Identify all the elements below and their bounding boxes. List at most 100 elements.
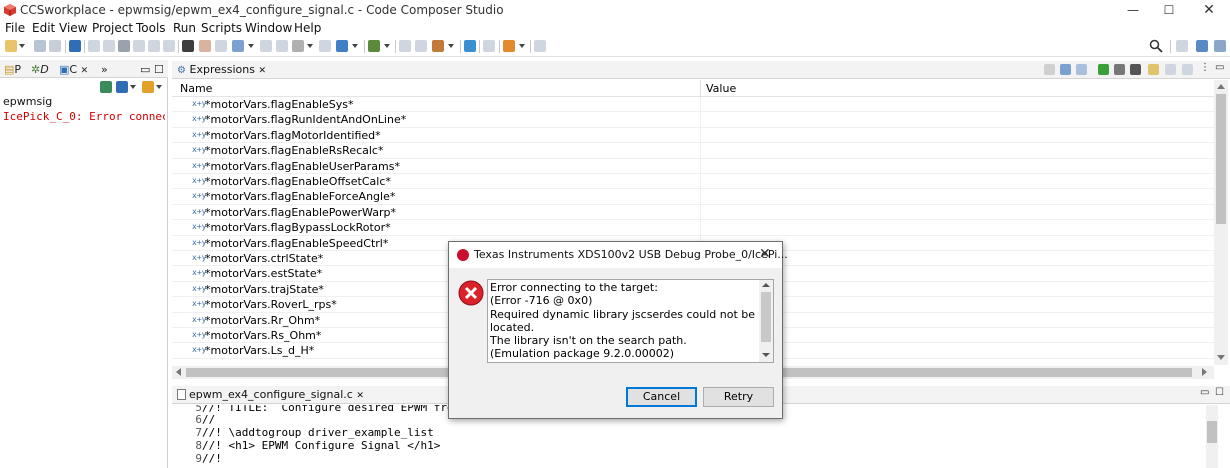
save-icon[interactable] bbox=[34, 40, 46, 52]
chevron-down-icon[interactable] bbox=[352, 44, 358, 48]
minimize-view-icon[interactable]: ▭ bbox=[140, 63, 150, 76]
scroll-left-arrow-icon[interactable] bbox=[176, 368, 181, 376]
table-row[interactable]: x+y *motorVars.flagEnableUserParams* bbox=[172, 158, 1214, 174]
tab-console[interactable]: ▣C ✕ bbox=[59, 63, 88, 76]
table-row[interactable]: x+y *motorVars.flagEnableSys* bbox=[172, 97, 1214, 113]
assembly-step-icon[interactable] bbox=[260, 40, 272, 52]
step-return-icon[interactable] bbox=[215, 40, 227, 52]
show-type-names-icon[interactable] bbox=[1060, 64, 1071, 75]
maximize-view-icon[interactable]: ☐ bbox=[1215, 387, 1226, 398]
menu-file[interactable]: File bbox=[5, 21, 25, 35]
perspective-icon[interactable] bbox=[1176, 40, 1188, 52]
chevron-down-icon[interactable] bbox=[384, 44, 390, 48]
menu-run[interactable]: Run bbox=[173, 21, 196, 35]
remove-expression-icon[interactable] bbox=[1114, 64, 1125, 75]
suspend-icon[interactable] bbox=[103, 40, 115, 52]
cancel-button[interactable]: Cancel bbox=[626, 387, 697, 407]
chevron-down-icon[interactable] bbox=[248, 44, 254, 48]
menu-window[interactable]: Window bbox=[245, 21, 292, 35]
chevron-down-icon[interactable] bbox=[519, 44, 525, 48]
column-divider[interactable] bbox=[700, 80, 701, 97]
build-gear-icon[interactable] bbox=[368, 40, 380, 52]
expressions-vertical-scrollbar[interactable] bbox=[1214, 80, 1228, 365]
minimize-view-icon[interactable]: ▭ bbox=[1215, 62, 1226, 73]
open-perspective-icon[interactable] bbox=[534, 40, 546, 52]
wrench-icon[interactable] bbox=[503, 40, 515, 52]
scrollbar-thumb[interactable] bbox=[761, 292, 771, 342]
dialog-close-button[interactable]: ✕ bbox=[759, 246, 771, 262]
project-name[interactable]: epwmsig bbox=[3, 95, 52, 108]
chevron-down-icon[interactable] bbox=[19, 44, 25, 48]
tab-editor-file[interactable]: epwm_ex4_configure_signal.c ✕ bbox=[177, 388, 364, 401]
close-icon[interactable]: ✕ bbox=[356, 391, 364, 401]
menu-edit[interactable]: Edit bbox=[32, 21, 55, 35]
save-all-icon[interactable] bbox=[49, 40, 61, 52]
scroll-down-arrow-icon[interactable] bbox=[762, 353, 770, 357]
retry-button[interactable]: Retry bbox=[703, 387, 774, 407]
step-over-icon[interactable] bbox=[163, 40, 175, 52]
table-row[interactable]: x+y *motorVars.flagEnablePowerWarp* bbox=[172, 204, 1214, 221]
more-tabs-button[interactable]: » bbox=[101, 63, 108, 76]
view-menu-icon[interactable]: ⋮ bbox=[1200, 62, 1211, 73]
table-row[interactable]: x+y *motorVars.flagEnableForceAngle* bbox=[172, 189, 1214, 205]
resume-icon[interactable] bbox=[88, 40, 100, 52]
disconnect-icon[interactable] bbox=[133, 40, 145, 52]
editor-vertical-scrollbar[interactable] bbox=[1206, 405, 1218, 468]
open-console-icon[interactable] bbox=[142, 81, 154, 93]
search-tool-icon[interactable] bbox=[464, 40, 476, 52]
error-message-box[interactable]: Error connecting to the target: (Error -… bbox=[487, 279, 774, 363]
scroll-right-arrow-icon[interactable] bbox=[1202, 368, 1207, 376]
add-expression-icon[interactable] bbox=[1098, 64, 1109, 75]
minimize-view-icon[interactable]: ▭ bbox=[1200, 387, 1211, 398]
console-error-entry[interactable]: IcePick_C_0: Error connec bbox=[3, 110, 165, 123]
table-row[interactable]: x+y *motorVars.flagRunIdentAndOnLine* bbox=[172, 112, 1214, 128]
debug-bug-icon[interactable] bbox=[336, 40, 348, 52]
scroll-up-arrow-icon[interactable] bbox=[762, 283, 770, 287]
scroll-up-arrow-icon[interactable] bbox=[1217, 84, 1225, 89]
debug-perspective-icon[interactable] bbox=[1196, 40, 1208, 52]
table-row[interactable]: x+y *motorVars.flagBypassLockRotor* bbox=[172, 220, 1214, 236]
menu-project[interactable]: Project bbox=[92, 21, 133, 35]
step-into-icon[interactable] bbox=[148, 40, 160, 52]
chevron-down-icon[interactable] bbox=[307, 44, 313, 48]
export-icon[interactable] bbox=[1148, 64, 1159, 75]
terminate-icon[interactable] bbox=[118, 40, 130, 52]
table-row[interactable]: x+y *motorVars.flagEnableOffsetCalc* bbox=[172, 174, 1214, 190]
maximize-view-icon[interactable]: ☐ bbox=[154, 63, 164, 76]
scroll-down-arrow-icon[interactable] bbox=[1217, 355, 1225, 360]
next-annotation-icon[interactable] bbox=[399, 40, 411, 52]
column-header-value[interactable]: Value bbox=[706, 82, 736, 95]
reset-icon[interactable] bbox=[232, 40, 244, 52]
restart-icon[interactable] bbox=[199, 40, 211, 52]
import-icon[interactable] bbox=[1165, 64, 1176, 75]
column-header-name[interactable]: Name bbox=[180, 82, 212, 95]
scrollbar-thumb[interactable] bbox=[1216, 94, 1226, 224]
chevron-down-icon[interactable] bbox=[448, 44, 454, 48]
chevron-down-icon[interactable] bbox=[156, 85, 162, 89]
console-icon[interactable] bbox=[483, 40, 495, 52]
chevron-down-icon[interactable] bbox=[130, 85, 136, 89]
message-scrollbar[interactable] bbox=[759, 280, 773, 362]
connect-target-icon[interactable] bbox=[292, 40, 304, 52]
tab-project-explorer[interactable]: ▤P bbox=[4, 63, 21, 76]
show-logical-structure-icon[interactable] bbox=[1076, 64, 1087, 75]
tab-debug[interactable]: ✲D bbox=[31, 63, 49, 76]
hammer-icon[interactable] bbox=[432, 40, 444, 52]
tab-expressions[interactable]: ⚙ Expressions ✕ bbox=[177, 63, 266, 76]
previous-annotation-icon[interactable] bbox=[415, 40, 427, 52]
dialog-title-bar[interactable]: Texas Instruments XDS100v2 USB Debug Pro… bbox=[449, 242, 788, 268]
close-icon[interactable]: ✕ bbox=[258, 66, 266, 76]
pin-console-icon[interactable] bbox=[100, 81, 112, 93]
memory-grid-icon[interactable] bbox=[182, 40, 194, 52]
edit-perspective-icon[interactable] bbox=[1214, 40, 1226, 52]
menu-scripts[interactable]: Scripts bbox=[201, 21, 242, 35]
assembly-step-over-icon[interactable] bbox=[276, 40, 288, 52]
refresh-icon[interactable] bbox=[1182, 64, 1193, 75]
collapse-all-icon[interactable] bbox=[1044, 64, 1055, 75]
menu-tools[interactable]: Tools bbox=[136, 21, 166, 35]
quick-access-search-icon[interactable] bbox=[1149, 39, 1163, 53]
table-row[interactable]: x+y *motorVars.flagMotorIdentified* bbox=[172, 127, 1214, 144]
display-console-icon[interactable] bbox=[116, 81, 128, 93]
close-window-button[interactable]: ✕ bbox=[1186, 0, 1230, 20]
menu-view[interactable]: View bbox=[59, 21, 87, 35]
